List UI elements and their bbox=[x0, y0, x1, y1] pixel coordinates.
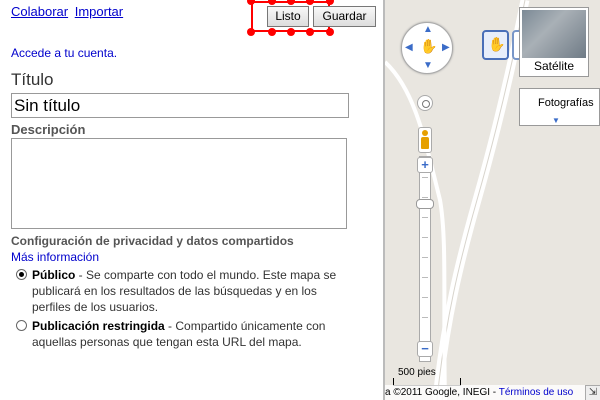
pegman-icon[interactable] bbox=[418, 127, 432, 153]
import-link[interactable]: Importar bbox=[75, 4, 123, 19]
public-text: - Se comparte con todo el mundo. Este ma… bbox=[32, 268, 337, 314]
save-button[interactable]: Guardar bbox=[313, 6, 376, 27]
selection-handle[interactable] bbox=[326, 0, 334, 5]
satellite-thumbnail bbox=[522, 10, 586, 58]
scale-label: 500 pies bbox=[398, 367, 436, 378]
map-attribution: a ©2011 Google, INEGI - Términos de uso bbox=[385, 385, 600, 400]
zoom-reset-icon[interactable] bbox=[417, 95, 433, 111]
public-label: Público bbox=[32, 268, 76, 282]
title-label: Título bbox=[11, 70, 54, 89]
terms-link[interactable]: Términos de uso bbox=[499, 387, 573, 398]
restricted-radio[interactable] bbox=[16, 320, 27, 331]
hand-tool-icon: ✋ bbox=[488, 36, 506, 52]
privacy-heading: Configuración de privacidad y datos comp… bbox=[11, 234, 294, 248]
description-input[interactable] bbox=[11, 138, 347, 229]
pan-down-icon[interactable]: ▼ bbox=[423, 60, 433, 71]
zoom-in-button[interactable]: + bbox=[417, 157, 433, 173]
hand-icon: ✋ bbox=[420, 38, 438, 54]
restricted-description: Publicación restringida - Compartido úni… bbox=[32, 318, 352, 350]
satellite-label: Satélite bbox=[533, 59, 575, 73]
zoom-slider-thumb[interactable] bbox=[416, 199, 434, 209]
road bbox=[385, 60, 447, 400]
edit-panel: Colaborar Importar Listo Guardar Accede … bbox=[0, 0, 383, 400]
hand-tool-button[interactable]: ✋ bbox=[482, 30, 509, 60]
done-button[interactable]: Listo bbox=[267, 6, 309, 27]
chevron-down-icon[interactable]: ▼ bbox=[552, 116, 560, 125]
collaborate-link[interactable]: Colaborar bbox=[11, 4, 68, 19]
public-radio[interactable] bbox=[16, 269, 27, 280]
zoom-out-button[interactable]: − bbox=[417, 341, 433, 357]
restricted-label: Publicación restringida bbox=[32, 319, 165, 333]
resize-corner-icon[interactable]: ⇲ bbox=[585, 385, 600, 400]
pan-right-icon[interactable]: ▶ bbox=[442, 42, 450, 53]
signin-link[interactable]: Accede a tu cuenta. bbox=[11, 46, 117, 60]
map-canvas[interactable]: ▲ ▼ ◀ ▶ ✋ + − ✋ Satélite Fotografías ▼ 5… bbox=[385, 0, 600, 400]
attribution-text: a ©2011 Google, INEGI - bbox=[385, 387, 499, 398]
photos-label: Fotografías bbox=[538, 97, 594, 109]
pan-left-icon[interactable]: ◀ bbox=[405, 42, 413, 53]
top-links: Colaborar Importar bbox=[11, 4, 123, 19]
pan-control[interactable]: ▲ ▼ ◀ ▶ ✋ bbox=[401, 22, 453, 74]
satellite-button[interactable]: Satélite bbox=[519, 7, 589, 77]
pan-up-icon[interactable]: ▲ bbox=[423, 24, 433, 35]
more-info-link[interactable]: Más información bbox=[11, 250, 99, 264]
zoom-slider-track[interactable] bbox=[419, 156, 431, 362]
title-input[interactable] bbox=[11, 93, 349, 118]
selection-handle[interactable] bbox=[268, 28, 276, 36]
selection-handle[interactable] bbox=[247, 28, 255, 36]
selection-handle[interactable] bbox=[326, 28, 334, 36]
public-description: Público - Se comparte con todo el mundo.… bbox=[32, 267, 352, 315]
road bbox=[432, 0, 530, 400]
selection-handle[interactable] bbox=[306, 28, 314, 36]
description-label: Descripción bbox=[11, 122, 86, 137]
photos-button[interactable]: Fotografías ▼ bbox=[519, 88, 600, 126]
selection-handle[interactable] bbox=[287, 28, 295, 36]
